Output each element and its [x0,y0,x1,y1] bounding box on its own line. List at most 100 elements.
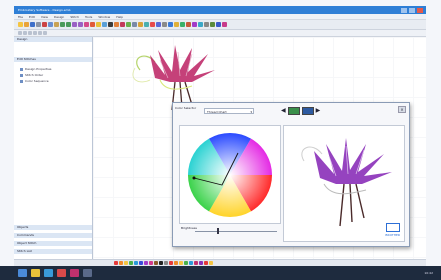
menu-window[interactable]: Window [98,15,110,19]
panel-item[interactable]: Color Sequence [20,79,49,83]
color-chip[interactable] [139,261,143,265]
color-chip[interactable] [134,261,138,265]
color-chip[interactable] [164,261,168,265]
minimize-button[interactable] [401,7,407,13]
fill-icon[interactable] [120,22,125,27]
color-chip[interactable] [144,261,148,265]
color-chip[interactable] [159,261,163,265]
shape-icon[interactable] [114,22,119,27]
browser-icon[interactable] [44,269,53,277]
panel-item[interactable]: Design Properties [20,67,51,71]
group-icon[interactable] [210,22,215,27]
menu-design[interactable]: Design [54,15,64,19]
settings-icon[interactable] [162,22,167,27]
copy-icon[interactable] [48,22,53,27]
color-chip[interactable] [204,261,208,265]
logo-text: BROTHER [385,233,400,237]
tool-icon[interactable] [43,31,47,35]
menu-tools[interactable]: Tools [85,15,92,19]
thread-icon[interactable] [192,22,197,27]
menu-stitch[interactable]: Stitch [70,15,79,19]
panel-section-header[interactable]: Object Stitch [14,241,92,246]
select-icon[interactable] [102,22,107,27]
color-chip[interactable] [174,261,178,265]
undo-icon[interactable] [60,22,65,27]
explorer-icon[interactable] [31,269,40,277]
brightness-slider-thumb[interactable] [217,228,219,234]
new-icon[interactable] [18,22,23,27]
color-chip[interactable] [154,261,158,265]
arrow-left-icon[interactable]: ◀ [281,108,286,114]
tool-icon[interactable] [18,31,22,35]
tool-icon[interactable] [23,31,27,35]
app-icon[interactable] [57,269,66,277]
start-icon[interactable] [18,269,27,277]
secondary-toolbar [14,30,426,37]
hoop-icon[interactable] [84,22,89,27]
tool-icon[interactable] [38,31,42,35]
grid-icon[interactable] [132,22,137,27]
menu-help[interactable]: Help [116,15,123,19]
panel-item[interactable]: Stitch Order [20,73,43,77]
color-chip[interactable] [169,261,173,265]
left-panel: Design Edit Stitches Design Properties S… [14,37,93,259]
color-wheel[interactable] [180,126,280,223]
redo-icon[interactable] [66,22,71,27]
color-chip[interactable] [179,261,183,265]
machine-icon[interactable] [186,22,191,27]
export-icon[interactable] [174,22,179,27]
outline-icon[interactable] [126,22,131,27]
color-chip[interactable] [189,261,193,265]
import-icon[interactable] [180,22,185,27]
close-icon[interactable]: × [398,106,406,113]
help-icon[interactable] [168,22,173,27]
brightness-slider[interactable] [195,231,277,232]
layer-icon[interactable] [198,22,203,27]
mirror-icon[interactable] [222,22,227,27]
menu-edit[interactable]: Edit [29,15,35,19]
menu-file[interactable]: File [18,15,23,19]
clock: 10:42 [424,271,433,275]
ruler-icon[interactable] [138,22,143,27]
panel-section-header[interactable]: Commands [14,233,92,238]
measure-icon[interactable] [144,22,149,27]
color-chip[interactable] [119,261,123,265]
save-icon[interactable] [30,22,35,27]
text-icon[interactable] [108,22,113,27]
panel-section-header[interactable]: Design [14,37,92,42]
stitch-icon[interactable] [90,22,95,27]
simulate-icon[interactable] [150,22,155,27]
tool-icon[interactable] [33,31,37,35]
app-icon[interactable] [70,269,79,277]
panel-section-header[interactable]: Stitch List [14,249,92,254]
color-chip[interactable] [124,261,128,265]
item-icon [20,73,23,77]
app-icon[interactable] [83,269,92,277]
tool-icon[interactable] [28,31,32,35]
print-icon[interactable] [36,22,41,27]
zoom-out-icon[interactable] [78,22,83,27]
current-color-swatch [287,107,300,115]
color-chip[interactable] [194,261,198,265]
color-chip[interactable] [149,261,153,265]
color-icon[interactable] [96,22,101,27]
cut-icon[interactable] [42,22,47,27]
arrow-right-icon[interactable]: ▶ [316,108,321,114]
color-chip[interactable] [184,261,188,265]
color-chip[interactable] [209,261,213,265]
lock-icon[interactable] [204,22,209,27]
color-chip[interactable] [114,261,118,265]
thread-chart-select[interactable]: Thread Chart [204,108,254,115]
panel-section-header[interactable]: Objects [14,225,92,230]
close-button[interactable] [417,7,423,13]
paste-icon[interactable] [54,22,59,27]
color-chip[interactable] [129,261,133,265]
color-chip[interactable] [199,261,203,265]
panel-section-header[interactable]: Edit Stitches [14,57,92,62]
maximize-button[interactable] [409,7,415,13]
open-icon[interactable] [24,22,29,27]
align-icon[interactable] [216,22,221,27]
3d-view-icon[interactable] [156,22,161,27]
zoom-in-icon[interactable] [72,22,77,27]
menu-view[interactable]: View [41,15,48,19]
